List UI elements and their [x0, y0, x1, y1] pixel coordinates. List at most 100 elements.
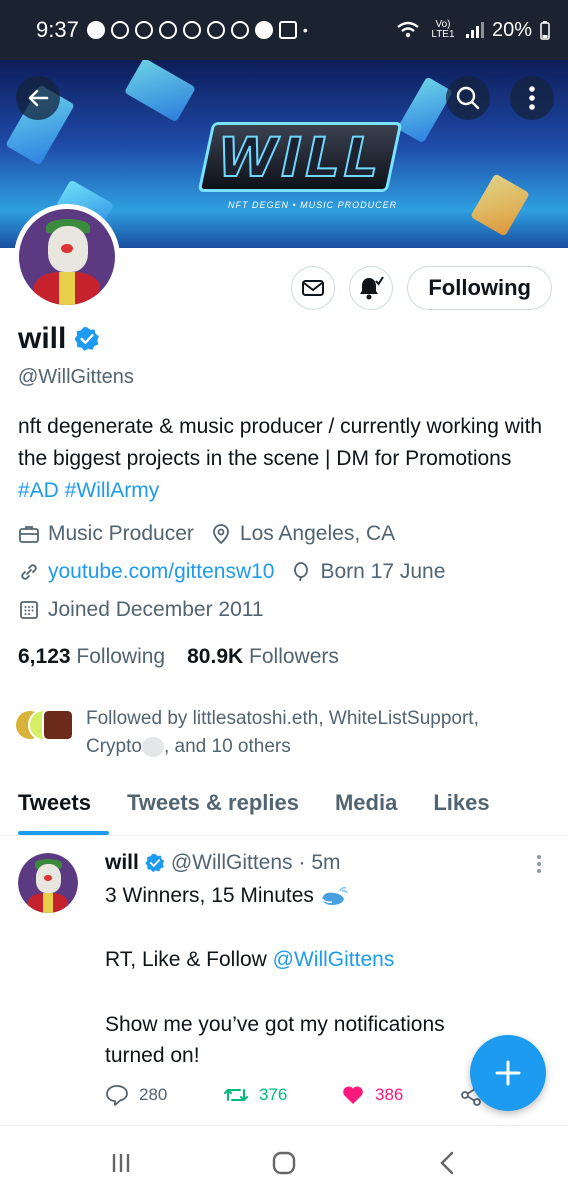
- followers-count: 80.9K: [187, 645, 244, 668]
- balloon-icon: [294, 562, 309, 582]
- tab-likes[interactable]: Likes: [415, 770, 507, 835]
- heart-filled-icon: [343, 1086, 363, 1104]
- back-button[interactable]: [16, 76, 60, 120]
- chevron-left-icon: [439, 1151, 453, 1175]
- hashtag-link[interactable]: #WillArmy: [65, 479, 160, 502]
- bell-check-icon: [360, 276, 385, 300]
- profile-tabs: Tweets Tweets & replies Media Likes: [0, 770, 568, 836]
- back-nav-button[interactable]: [417, 1138, 477, 1188]
- dot-icon: •: [302, 22, 308, 38]
- hashtag-link[interactable]: #AD: [18, 479, 59, 502]
- tweet-more-button[interactable]: [536, 854, 542, 874]
- followers-label: Followers: [249, 645, 339, 668]
- tab-tweets[interactable]: Tweets: [0, 770, 109, 835]
- profile-meta-row: Joined December 2011: [18, 598, 264, 622]
- website-link[interactable]: youtube.com/gittensw10: [48, 560, 274, 584]
- system-navigation-bar: [0, 1125, 568, 1200]
- profile-handle: @WillGittens: [18, 366, 134, 388]
- profile-meta-row: Music Producer Los Angeles, CA: [18, 522, 395, 546]
- club-badge-icon: [230, 21, 249, 39]
- sim-icon: [278, 21, 297, 39]
- plus-icon: [495, 1060, 521, 1086]
- tweet-text-line: RT, Like & Follow @WillGittens: [105, 948, 394, 972]
- tab-tweets-replies[interactable]: Tweets & replies: [109, 770, 317, 835]
- tweet-author-name[interactable]: will: [105, 851, 139, 875]
- crystal-decoration: [397, 76, 453, 144]
- arrow-left-icon: [28, 89, 49, 107]
- follower-avatar: [42, 709, 74, 741]
- banner-logo: WILL: [197, 122, 403, 192]
- profile-name-row: will: [18, 322, 100, 356]
- profile-meta-row: youtube.com/gittensw10 Born 17 June: [18, 560, 445, 584]
- briefcase-icon: [19, 526, 39, 543]
- club-badge-icon: [206, 21, 225, 39]
- link-icon: [21, 564, 37, 580]
- banner-subtitle: NFT DEGEN • MUSIC PRODUCER: [228, 200, 398, 210]
- follow-stats: 6,123 Following 80.9K Followers: [18, 645, 339, 669]
- birthday: Born 17 June: [320, 560, 446, 583]
- system-status: Vo) LTE1 20%: [396, 19, 550, 42]
- display-name: will: [18, 322, 67, 355]
- crystal-decoration: [470, 173, 530, 237]
- follower-avatars: [14, 705, 74, 745]
- profile-bio: nft degenerate & music producer / curren…: [18, 411, 548, 507]
- home-button[interactable]: [254, 1138, 314, 1188]
- notification-icons: •: [86, 21, 308, 39]
- reply-button[interactable]: 280: [105, 1084, 223, 1106]
- compose-tweet-button[interactable]: [470, 1035, 546, 1111]
- tab-media[interactable]: Media: [317, 770, 415, 835]
- blurred-emoji: [141, 736, 164, 757]
- status-time: 9:37: [36, 17, 79, 42]
- tweet-line2: RT, Like & Follow: [105, 948, 273, 971]
- search-button[interactable]: [446, 76, 490, 120]
- notifications-button[interactable]: [349, 266, 394, 310]
- profile-actions: Following: [291, 266, 552, 310]
- following-label: Following: [76, 645, 166, 668]
- like-button[interactable]: 386: [341, 1084, 459, 1106]
- message-button[interactable]: [291, 266, 336, 310]
- following-count: 6,123: [18, 645, 71, 668]
- verified-badge-icon: [145, 853, 165, 873]
- signal-icon: [465, 22, 484, 38]
- home-icon: [272, 1151, 296, 1175]
- following-button[interactable]: Following: [407, 266, 552, 310]
- recent-apps-icon: [113, 1154, 130, 1172]
- profile-avatar[interactable]: [14, 204, 120, 310]
- tweet-line3: Show me you’ve got my notifications: [105, 1013, 445, 1036]
- calendar-icon: [20, 601, 38, 619]
- more-options-button[interactable]: [510, 76, 554, 120]
- facebook-icon: [86, 21, 105, 39]
- following-stat[interactable]: 6,123 Following: [18, 645, 165, 669]
- playstation-icon: [158, 21, 177, 39]
- location-pin-icon: [212, 524, 229, 545]
- like-count: 386: [375, 1085, 404, 1104]
- more-vertical-icon: [529, 86, 535, 110]
- battery-icon: [540, 21, 550, 40]
- verified-badge-icon: [74, 327, 100, 351]
- ape-avatar-image: [18, 853, 78, 913]
- ape-avatar-image: [19, 209, 115, 305]
- recent-apps-button[interactable]: [91, 1138, 151, 1188]
- retweet-button[interactable]: 376: [223, 1084, 341, 1106]
- followed-by-others: , and 10 others: [163, 736, 291, 757]
- crystal-decoration: [124, 60, 196, 123]
- followers-stat[interactable]: 80.9K Followers: [187, 645, 339, 669]
- reply-count: 280: [139, 1085, 168, 1104]
- more-vertical-icon: [537, 855, 541, 873]
- mention-link[interactable]: @WillGittens: [273, 948, 395, 971]
- tweet-text-line: 3 Winners, 15 Minutes: [105, 884, 348, 908]
- envelope-icon: [302, 280, 325, 296]
- tweet-line1: 3 Winners, 15 Minutes: [105, 884, 314, 907]
- followed-by-text: Followed by littlesatoshi.eth, WhiteList…: [86, 705, 546, 761]
- tweet-author-handle[interactable]: @WillGittens: [171, 851, 293, 875]
- network-label: Vo) LTE1: [431, 19, 455, 40]
- occupation: Music Producer: [48, 522, 194, 545]
- wifi-icon: [397, 21, 419, 38]
- followed-by-line1: Followed by littlesatoshi.eth, WhiteList…: [86, 708, 479, 729]
- status-bar: 9:37 • Vo) LTE1 20%: [0, 0, 568, 60]
- tweet-avatar[interactable]: [18, 853, 78, 913]
- bio-text: nft degenerate & music producer / curren…: [18, 415, 543, 470]
- followed-by[interactable]: Followed by littlesatoshi.eth, WhiteList…: [14, 705, 546, 761]
- whale-icon: [321, 887, 348, 906]
- app-icon: [254, 21, 273, 39]
